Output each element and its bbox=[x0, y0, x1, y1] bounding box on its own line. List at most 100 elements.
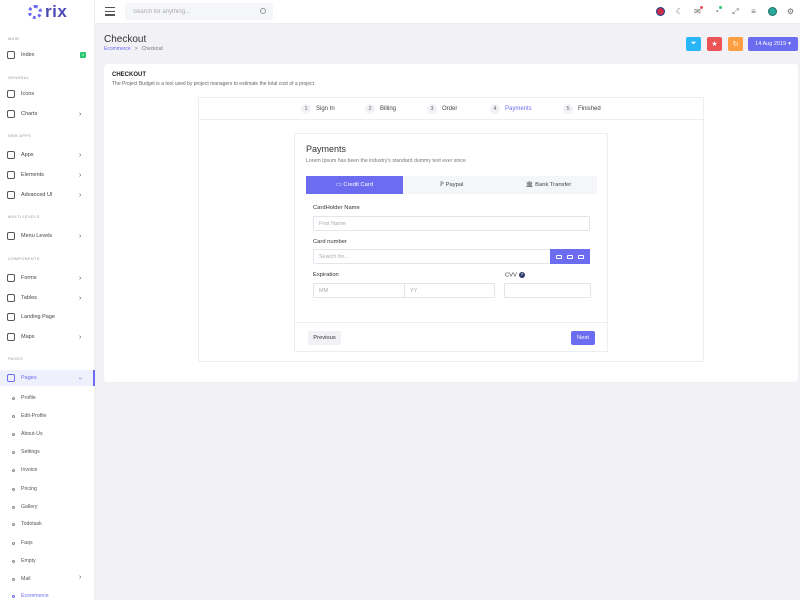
sidebar-item-menu-levels[interactable]: Menu Levels › bbox=[0, 228, 95, 244]
expiration-year-field[interactable] bbox=[404, 283, 495, 298]
step-sign-in[interactable]: 1 Sign In bbox=[301, 104, 335, 114]
sidebar-item-label: Advanced UI bbox=[21, 192, 53, 198]
tab-paypal[interactable]: ℙ Paypal bbox=[403, 176, 500, 194]
visa-card-icon[interactable] bbox=[555, 254, 562, 259]
tab-label: Paypal bbox=[445, 182, 464, 188]
bullet-icon bbox=[12, 595, 15, 598]
sidebar-item-charts[interactable]: Charts › bbox=[0, 106, 95, 122]
table-icon bbox=[7, 294, 15, 302]
hamburger-icon[interactable] bbox=[105, 7, 115, 16]
paypal-icon: ℙ bbox=[439, 182, 444, 188]
sidebar-subitem-settings[interactable]: Settings bbox=[0, 447, 95, 459]
sidebar-subitem-gallery[interactable]: Gallery bbox=[0, 502, 95, 514]
sidebar-item-label: Pages bbox=[21, 375, 37, 381]
bullet-icon bbox=[12, 451, 15, 454]
sidebar-subitem-invoice[interactable]: Invoice bbox=[0, 465, 95, 477]
payments-panel: Payments Lorem Ipsum has been the indust… bbox=[294, 133, 608, 352]
expiration-month-field[interactable] bbox=[313, 283, 405, 298]
step-payments[interactable]: 4 Payments bbox=[490, 104, 532, 114]
sidebar-item-elements[interactable]: Elements › bbox=[0, 167, 95, 183]
previous-button[interactable]: Previous bbox=[308, 331, 341, 345]
step-order[interactable]: 3 Order bbox=[427, 104, 457, 114]
subitem-label: About-Us bbox=[21, 431, 43, 437]
sidebar-item-icons[interactable]: Icons bbox=[0, 86, 95, 102]
sidebar-item-tables[interactable]: Tables › bbox=[0, 290, 95, 306]
category-pages: PAGES bbox=[8, 356, 23, 361]
step-billing[interactable]: 2 Billing bbox=[365, 104, 396, 114]
step-label: Order bbox=[442, 106, 458, 112]
filter-button[interactable]: ⏷ bbox=[686, 37, 701, 51]
breadcrumb-current: Checkout bbox=[141, 46, 163, 52]
star-button[interactable]: ★ bbox=[707, 37, 722, 51]
flag-icon[interactable] bbox=[656, 7, 665, 16]
bullet-icon bbox=[12, 397, 15, 400]
sidebar-subitem-about-us[interactable]: About-Us bbox=[0, 429, 95, 441]
sidebar-item-label: Tables bbox=[21, 295, 37, 301]
sidebar-item-index[interactable]: Index 1 bbox=[0, 47, 95, 63]
search-box bbox=[125, 3, 273, 20]
sidebar-item-label: Icons bbox=[21, 91, 35, 97]
top-bar: ☾ ✉ ◔ ⤢ ≡ ⚙ bbox=[95, 0, 800, 24]
tab-bank-transfer[interactable]: 🏛 Bank Transfer bbox=[500, 176, 597, 194]
bell-icon[interactable]: ◔ bbox=[712, 6, 722, 16]
sidebar-subitem-pricing[interactable]: Pricing bbox=[0, 484, 95, 496]
chevron-right-icon: › bbox=[79, 574, 82, 581]
cvv-field[interactable] bbox=[504, 283, 591, 298]
refresh-button[interactable]: ↻ bbox=[728, 37, 743, 51]
moon-icon[interactable]: ☾ bbox=[675, 7, 684, 16]
sidebar-item-label: Elements bbox=[21, 172, 44, 178]
sidebar-item-pages[interactable]: Pages › bbox=[0, 370, 95, 386]
refresh-icon: ↻ bbox=[732, 41, 739, 48]
sidebar-item-label: Forms bbox=[21, 275, 37, 281]
next-button[interactable]: Next bbox=[571, 331, 595, 345]
bullet-icon bbox=[12, 560, 15, 563]
search-input[interactable] bbox=[133, 6, 248, 17]
search-icon[interactable] bbox=[260, 8, 266, 14]
sidebar: rix MAIN Index 1 GENERAL Icons Charts › … bbox=[0, 0, 95, 600]
sidebar-subitem-todotask[interactable]: Todotask bbox=[0, 519, 95, 531]
sidebar-subitem-ecommerce[interactable]: Ecommerce bbox=[0, 591, 95, 600]
sidebar-item-landing-page[interactable]: Landing Page bbox=[0, 309, 95, 325]
fullscreen-icon[interactable]: ⤢ bbox=[731, 7, 740, 16]
amex-card-icon[interactable] bbox=[578, 254, 585, 259]
breadcrumb-ecommerce[interactable]: Ecommerce bbox=[104, 46, 131, 52]
date-picker-button[interactable]: 14 Aug 2019 ▾ bbox=[748, 37, 798, 51]
sidebar-subitem-edit-profile[interactable]: Edit-Profile bbox=[0, 411, 95, 423]
logo[interactable]: rix bbox=[28, 2, 67, 21]
divider bbox=[295, 322, 607, 323]
sidebar-item-apps[interactable]: Apps › bbox=[0, 147, 95, 163]
gear-icon[interactable]: ⚙ bbox=[786, 7, 795, 16]
card-number-field[interactable] bbox=[313, 249, 551, 264]
avatar[interactable] bbox=[768, 7, 777, 16]
sidebar-subitem-faqs[interactable]: Faqs bbox=[0, 538, 95, 550]
step-number: 1 bbox=[301, 104, 311, 114]
sidebar-subitem-mail[interactable]: Mail › bbox=[0, 574, 95, 586]
sidebar-subitem-profile[interactable]: Profile bbox=[0, 393, 95, 405]
tab-label: Bank Transfer bbox=[535, 182, 572, 188]
subitem-label: Mail bbox=[21, 576, 31, 582]
bolt-icon bbox=[7, 313, 15, 321]
sidebar-item-label: Index bbox=[21, 52, 35, 58]
chevron-right-icon: › bbox=[79, 333, 82, 341]
layers-icon bbox=[7, 171, 15, 179]
mail-icon[interactable]: ✉ bbox=[693, 6, 703, 16]
subitem-label: Pricing bbox=[21, 486, 37, 492]
breadcrumb: Ecommerce > Checkout bbox=[104, 46, 163, 52]
notification-dot bbox=[719, 6, 722, 9]
sidebar-subitem-empty[interactable]: Empty bbox=[0, 556, 95, 568]
sidebar-item-forms[interactable]: Forms › bbox=[0, 270, 95, 286]
step-label: Sign In bbox=[316, 106, 335, 112]
subitem-label: Empty bbox=[21, 558, 36, 564]
page-title: Checkout bbox=[104, 34, 147, 45]
step-label: Billing bbox=[380, 106, 397, 112]
sidebar-item-maps[interactable]: Maps › bbox=[0, 329, 95, 345]
master-card-icon[interactable] bbox=[566, 254, 573, 259]
menu-icon[interactable]: ≡ bbox=[749, 7, 758, 16]
tab-credit-card[interactable]: ▭ Credit Card bbox=[306, 176, 403, 194]
help-icon[interactable]: ? bbox=[518, 272, 525, 278]
expiration-label: Expiration bbox=[313, 272, 339, 278]
cardholder-name-field[interactable] bbox=[313, 216, 590, 231]
step-finished[interactable]: 5 Finished bbox=[563, 104, 601, 114]
index-badge: 1 bbox=[80, 52, 86, 58]
sidebar-item-advanced-ui[interactable]: Advanced UI › bbox=[0, 187, 95, 203]
